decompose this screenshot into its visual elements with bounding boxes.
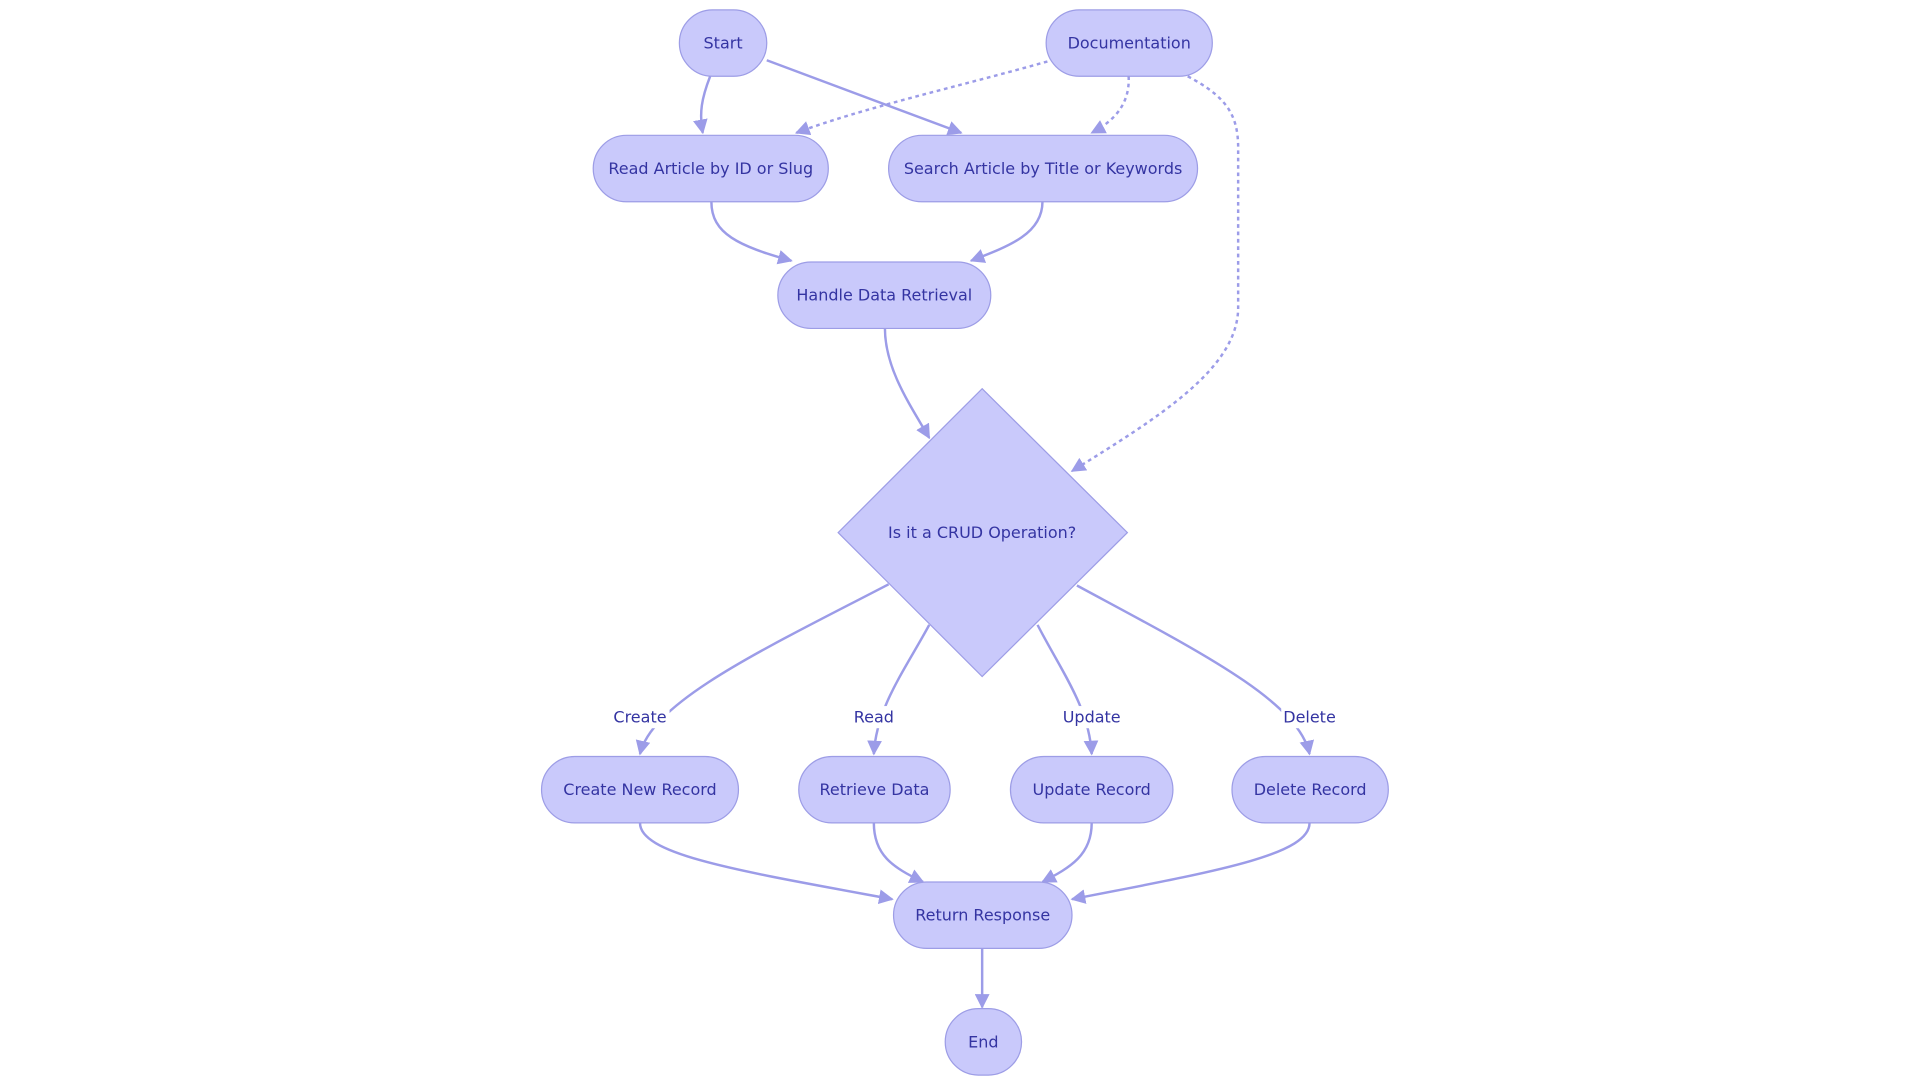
node-handle-data-retrieval[interactable]: Handle Data Retrieval — [777, 261, 992, 330]
node-crud-decision[interactable]: Is it a CRUD Operation? — [837, 387, 1129, 678]
edge-start-to-search-article[interactable] — [766, 59, 963, 136]
node-update-record-label: Update Record — [1033, 780, 1151, 799]
node-documentation[interactable]: Documentation — [1045, 9, 1213, 77]
edge-crud-to-update[interactable] — [1036, 624, 1099, 756]
node-read-article-label: Read Article by ID or Slug — [608, 159, 813, 178]
edge-label-create: Create — [610, 706, 670, 729]
edge-label-create-text: Create — [613, 708, 666, 727]
node-retrieve-data[interactable]: Retrieve Data — [798, 755, 951, 824]
edge-read-article-to-handle-retrieval[interactable] — [710, 201, 793, 265]
node-documentation-label: Documentation — [1068, 34, 1191, 53]
edge-search-article-to-handle-retrieval[interactable] — [969, 201, 1044, 263]
node-end-label: End — [968, 1032, 998, 1051]
node-crud-decision-label: Is it a CRUD Operation? — [888, 523, 1076, 542]
flowchart-canvas: Create Read Update Delete Start Document… — [540, 9, 1389, 1076]
node-return-response[interactable]: Return Response — [892, 881, 1073, 949]
edge-crud-to-delete[interactable] — [1076, 584, 1315, 756]
edge-documentation-to-read-article[interactable] — [794, 60, 1048, 136]
node-start[interactable]: Start — [678, 9, 768, 77]
edge-labels: Create Read Update Delete — [610, 706, 1338, 729]
edge-label-update-text: Update — [1063, 708, 1121, 727]
edge-label-delete-text: Delete — [1283, 708, 1336, 727]
nodes: Start Documentation Read Article by ID o… — [540, 9, 1389, 1076]
edge-crud-to-create[interactable] — [635, 583, 890, 756]
edge-retrieve-to-return[interactable] — [872, 822, 925, 884]
node-create-new-record-label: Create New Record — [563, 780, 716, 799]
edge-documentation-to-search-article[interactable] — [1090, 76, 1130, 134]
node-update-record[interactable]: Update Record — [1009, 755, 1174, 824]
node-delete-record-label: Delete Record — [1254, 780, 1367, 799]
node-read-article[interactable]: Read Article by ID or Slug — [592, 134, 829, 203]
edge-create-to-return[interactable] — [638, 822, 894, 905]
node-return-response-label: Return Response — [915, 906, 1050, 925]
node-search-article-label: Search Article by Title or Keywords — [904, 159, 1183, 178]
edge-label-read-text: Read — [854, 708, 894, 727]
edge-handle-retrieval-to-crud-decision[interactable] — [883, 328, 931, 440]
node-delete-record[interactable]: Delete Record — [1231, 755, 1389, 824]
edge-label-update: Update — [1060, 706, 1123, 729]
node-handle-data-retrieval-label: Handle Data Retrieval — [796, 286, 972, 305]
node-end[interactable]: End — [944, 1008, 1023, 1076]
edge-update-to-return[interactable] — [1041, 822, 1093, 884]
node-start-label: Start — [704, 34, 743, 53]
edge-crud-to-read[interactable] — [867, 624, 931, 756]
node-create-new-record[interactable]: Create New Record — [540, 755, 740, 824]
edge-start-to-read-article[interactable] — [693, 75, 712, 135]
edge-label-read: Read — [851, 706, 896, 729]
node-search-article[interactable]: Search Article by Title or Keywords — [888, 134, 1199, 203]
edge-label-delete: Delete — [1281, 706, 1338, 729]
edge-delete-to-return[interactable] — [1070, 822, 1311, 904]
node-retrieve-data-label: Retrieve Data — [820, 780, 930, 799]
